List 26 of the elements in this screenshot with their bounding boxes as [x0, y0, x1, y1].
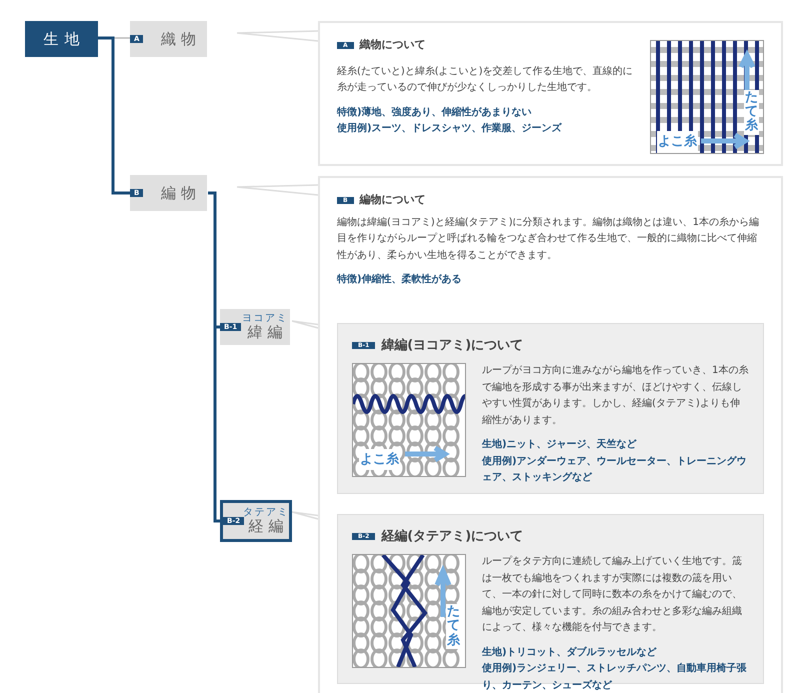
yarn-label: よこ糸	[359, 448, 400, 470]
description-text: ループをタテ方向に連続して編み上げていく生地です。筬は一枚でも編地をつくれますが実際には複数の筬を用いて、一本の針に対して同時に数本の糸をかけて編むので、編地が安定しています。糸の組み合わせと多彩な編み組織によって、様々な機能を付与できます。	[482, 554, 743, 635]
note-text: 使用例)スーツ、ドレスシャツ、作業服、ジーンズ	[337, 122, 563, 136]
card-title: 織物について	[360, 37, 426, 53]
description-text: 経糸(たていと)と緯糸(よこいと)を交差して作る生地で、直線的に糸が走っているので伸びが少なくしっかりした生地です。	[337, 64, 634, 95]
card-title: 緯編(ヨコアミ)について	[381, 336, 524, 354]
yarn-label: たて糸	[446, 604, 461, 649]
reading-label: タテアミ	[243, 507, 289, 518]
description-text: 編物は緯編(ヨコアミ)と経編(タテアミ)に分類されます。編物は織物とは違い、1本の糸から編目を作りながらループと呼ばれる輪をつなぎ合わせて作る生地で、一般的に織物に比べて伸縮性があり、柔らかい生地を得ることができます。	[337, 216, 760, 262]
node-label: 経編	[247, 518, 289, 535]
description-text: ループがヨコ方向に進みながら編地を作っていき、1本の糸で編地を形成する事が出来ますが、ほどけやすく、伝線しやすい性質があります。しかし、経編(タテアミ)よりも伸縮性があります。	[482, 364, 749, 428]
node-label: 緯編	[246, 324, 288, 341]
card-title: 経編(タテアミ)について	[381, 528, 524, 546]
root-node: 生地	[25, 21, 98, 57]
note-text: 生地)トリコット、ダブルラッセルなど	[482, 646, 658, 660]
note-text: 使用例)ランジェリー、ストレッチパンツ、自動車用椅子張り、カーテン、シューズなど	[482, 662, 748, 692]
note-text: 生地)ニット、ジャージ、天竺など	[482, 438, 638, 452]
reading-label: ヨコアミ	[242, 313, 288, 324]
node-label: 織物	[160, 30, 202, 48]
note-text: 特徴)薄地、強度あり、伸縮性があまりない	[337, 105, 533, 120]
yarn-label: たて糸	[744, 90, 759, 134]
yarn-label: よこ糸	[657, 131, 698, 152]
note-text: 特徴)伸縮性、柔軟性がある	[337, 272, 463, 287]
node-label: 編物	[160, 184, 202, 202]
card-title: 編物について	[360, 192, 426, 208]
note-text: 使用例)アンダーウェア、ウールセーター、トレーニングウェア、ストッキングなど	[482, 454, 748, 485]
